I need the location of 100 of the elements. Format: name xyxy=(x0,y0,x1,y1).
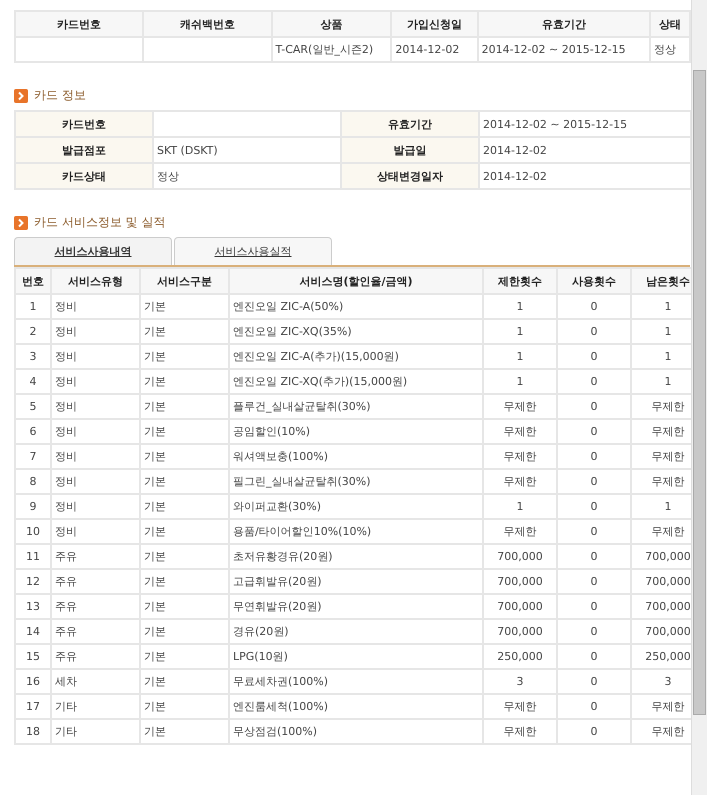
table-cell: 무제한 xyxy=(483,694,557,719)
table-cell: 무제한 xyxy=(483,519,557,544)
table-cell: T-CAR(일반_시즌2) xyxy=(272,37,392,62)
table-cell: 11 xyxy=(15,544,51,569)
table-cell: 무제한 xyxy=(483,719,557,744)
table-cell: 1 xyxy=(483,319,557,344)
table-cell: 엔진오일 ZIC-A(추가)(15,000원) xyxy=(229,344,483,369)
table-cell: 1 xyxy=(483,344,557,369)
table-cell: 2014-12-02 ~ 2015-12-15 xyxy=(478,37,650,62)
table-cell: 0 xyxy=(557,394,631,419)
table-cell: 초저유황경유(20원) xyxy=(229,544,483,569)
table-cell: 기본 xyxy=(140,344,229,369)
table-cell: 4 xyxy=(15,369,51,394)
tab[interactable]: 서비스사용실적 xyxy=(174,237,332,265)
table-cell: 기본 xyxy=(140,719,229,744)
table-cell: 정비 xyxy=(51,319,140,344)
table-cell: 0 xyxy=(557,569,631,594)
table-cell: 정비 xyxy=(51,394,140,419)
table-cell: 250,000 xyxy=(483,644,557,669)
table-cell: 정비 xyxy=(51,469,140,494)
table-cell: 1 xyxy=(483,294,557,319)
scrollbar[interactable] xyxy=(691,0,707,795)
table-cell: 기본 xyxy=(140,469,229,494)
column-header: 제한횟수 xyxy=(483,268,557,294)
table-cell: 기본 xyxy=(140,594,229,619)
table-cell: 0 xyxy=(557,344,631,369)
column-header: 상품 xyxy=(272,11,392,37)
column-header: 가입신청일 xyxy=(391,11,478,37)
table-cell: 700,000 xyxy=(483,619,557,644)
table-cell: 0 xyxy=(557,619,631,644)
column-header: 유효기간 xyxy=(478,11,650,37)
field-label: 발급점포 xyxy=(15,137,153,163)
column-header: 캐쉬백번호 xyxy=(143,11,272,37)
table-cell: 0 xyxy=(557,444,631,469)
table-cell: 기본 xyxy=(140,569,229,594)
table-cell: 700,000 xyxy=(483,569,557,594)
table-cell: 공임할인(10%) xyxy=(229,419,483,444)
table-cell: 기본 xyxy=(140,544,229,569)
table-cell: 정비 xyxy=(51,369,140,394)
field-label: 발급일 xyxy=(341,137,479,163)
table-cell: 0 xyxy=(557,669,631,694)
table-cell: 9 xyxy=(15,494,51,519)
table-cell: 정비 xyxy=(51,519,140,544)
table-cell: 정비 xyxy=(51,294,140,319)
table-cell: 용품/타이어할인10%(10%) xyxy=(229,519,483,544)
field-label: 상태변경일자 xyxy=(341,163,479,189)
field-value: 2014-12-02 ~ 2015-12-15 xyxy=(479,111,691,137)
table-cell: 기본 xyxy=(140,494,229,519)
tab[interactable]: 서비스사용내역 xyxy=(14,237,172,265)
table-cell: 와이퍼교환(30%) xyxy=(229,494,483,519)
table-cell: 엔진오일 ZIC-XQ(35%) xyxy=(229,319,483,344)
column-header: 사용횟수 xyxy=(557,268,631,294)
table-cell: 7 xyxy=(15,444,51,469)
chevron-right-icon xyxy=(14,216,28,230)
table-cell: 무제한 xyxy=(483,419,557,444)
table-cell: 기본 xyxy=(140,519,229,544)
column-header: 남은횟수 xyxy=(631,268,691,294)
table-cell: 무제한 xyxy=(483,394,557,419)
table-cell: 5 xyxy=(15,394,51,419)
scrollbar-thumb[interactable] xyxy=(693,70,706,715)
table-cell: 700,000 xyxy=(483,544,557,569)
column-header: 상태 xyxy=(650,11,690,37)
table-cell: 0 xyxy=(557,469,631,494)
table-cell: 기본 xyxy=(140,444,229,469)
table-cell: 18 xyxy=(15,719,51,744)
table-cell: 기본 xyxy=(140,669,229,694)
table-cell: 주유 xyxy=(51,569,140,594)
field-label: 유효기간 xyxy=(341,111,479,137)
table-cell: 14 xyxy=(15,619,51,644)
table-cell: 무제한 xyxy=(483,444,557,469)
chevron-right-icon xyxy=(14,88,28,102)
column-header: 서비스명(할인율/금액) xyxy=(229,268,483,294)
column-header: 카드번호 xyxy=(15,11,144,37)
table-cell: 고급휘발유(20원) xyxy=(229,569,483,594)
table-cell: 0 xyxy=(557,519,631,544)
table-cell: 17 xyxy=(15,694,51,719)
table-cell: 무연휘발유(20원) xyxy=(229,594,483,619)
column-header: 번호 xyxy=(15,268,51,294)
table-cell: 1 xyxy=(483,369,557,394)
table-cell: 3 xyxy=(483,669,557,694)
table-cell: 기본 xyxy=(140,694,229,719)
table-cell: 기본 xyxy=(140,369,229,394)
table-cell: 정비 xyxy=(51,494,140,519)
table-cell: 주유 xyxy=(51,544,140,569)
table-cell: 기본 xyxy=(140,619,229,644)
table-cell: 주유 xyxy=(51,619,140,644)
table-cell: 엔진오일 ZIC-A(50%) xyxy=(229,294,483,319)
table-cell: 무제한 xyxy=(483,469,557,494)
table-cell: 0 xyxy=(557,544,631,569)
table-cell: 0 xyxy=(557,494,631,519)
table-cell: 10 xyxy=(15,519,51,544)
table-cell: 2014-12-02 xyxy=(391,37,478,62)
table-cell: 8 xyxy=(15,469,51,494)
table-cell: 기본 xyxy=(140,644,229,669)
table-cell: 0 xyxy=(557,694,631,719)
table-cell: 6 xyxy=(15,419,51,444)
table-cell: 기본 xyxy=(140,419,229,444)
table-cell: 필그린_실내살균탈취(30%) xyxy=(229,469,483,494)
table-cell: 주유 xyxy=(51,644,140,669)
section-title: 카드 정보 xyxy=(34,87,86,104)
